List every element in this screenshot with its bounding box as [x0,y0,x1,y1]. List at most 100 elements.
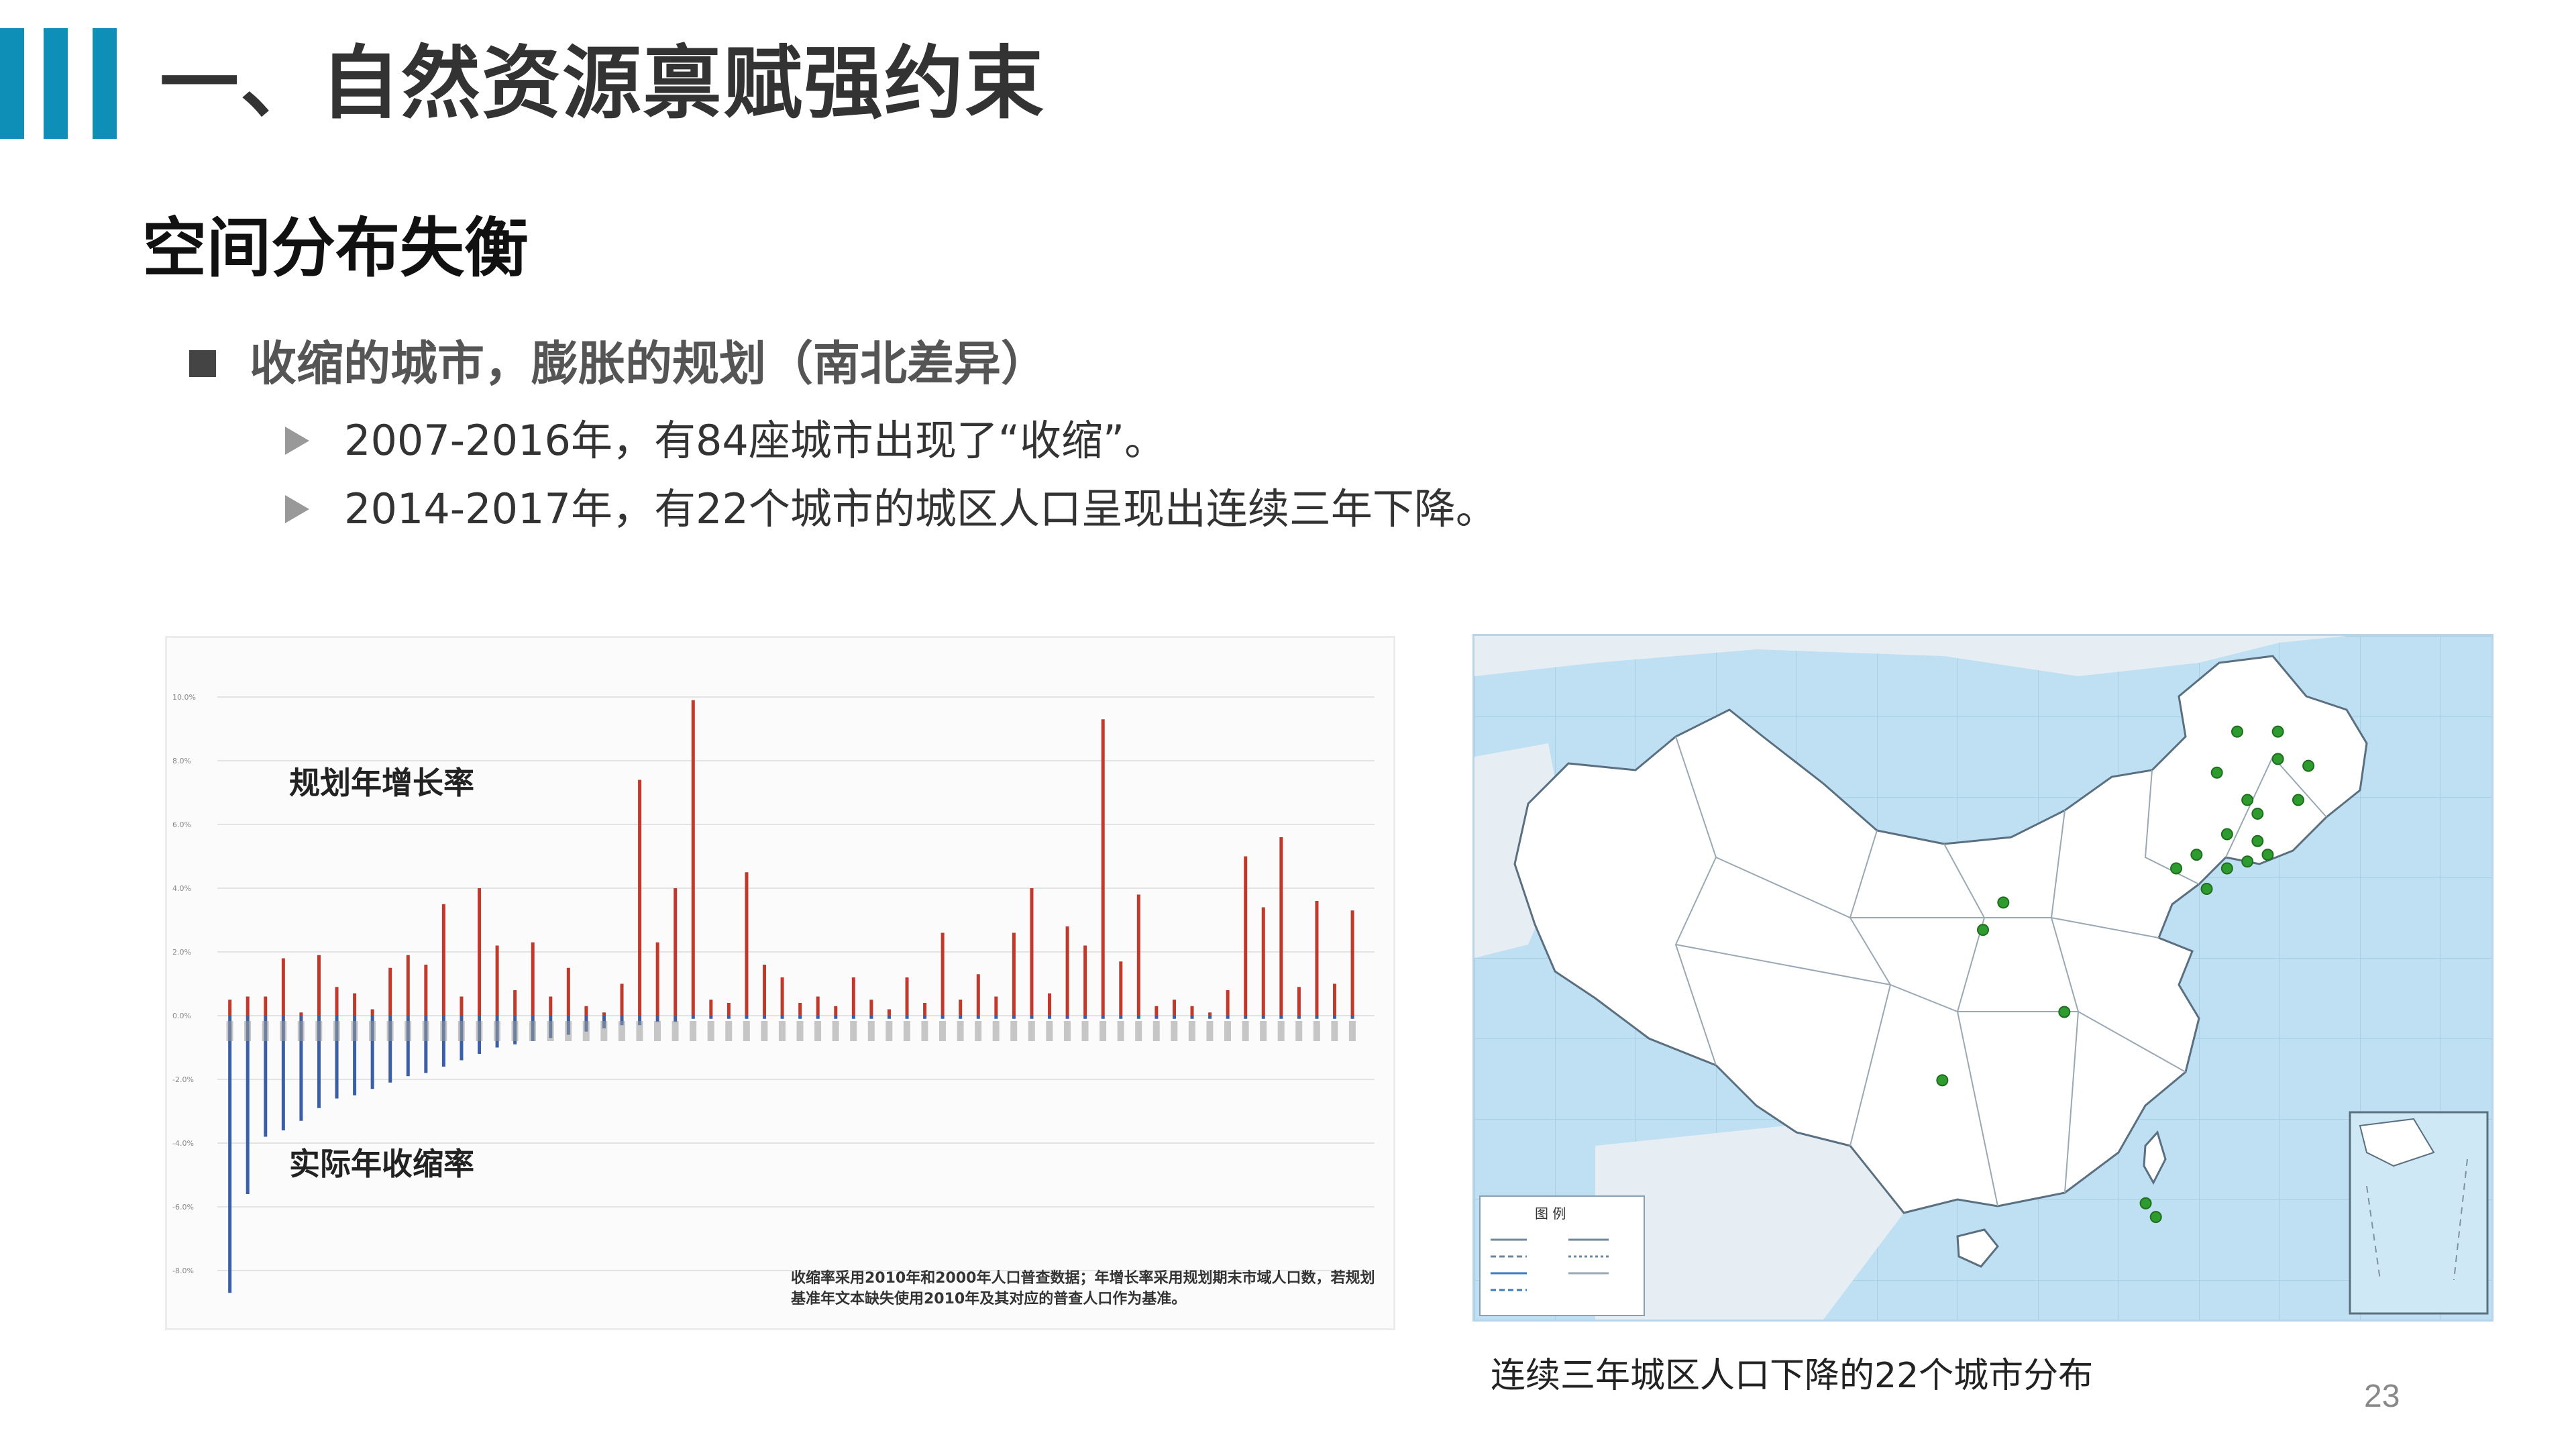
category-label-mark [992,1021,1000,1041]
category-label-mark [1260,1021,1267,1041]
planned-growth-bar [566,967,570,1016]
planned-growth-bar [994,996,998,1016]
category-label-mark [547,1021,554,1041]
planned-growth-bar [388,967,392,1016]
actual-shrinkage-bar [1065,1016,1069,1019]
planned-growth-bar [1261,907,1265,1016]
square-bullet-icon [189,350,216,377]
actual-shrinkage-bar [941,1016,945,1019]
planned-growth-bar [1136,894,1140,1016]
planned-growth-bar [584,1006,588,1016]
y-tick-label: 6.0% [172,820,191,829]
category-label-mark [814,1021,822,1041]
category-label-mark [1242,1021,1249,1041]
actual-shrinkage-bar [923,1016,927,1019]
y-tick-label: 8.0% [172,757,191,765]
planned-growth-bar [816,996,820,1016]
planned-growth-bar [1172,1000,1176,1016]
category-label-mark [672,1021,679,1041]
shrinking-city-dot [2220,828,2233,841]
planned-growth-bar [780,977,784,1016]
category-label-mark [333,1021,340,1041]
category-label-mark [315,1021,323,1041]
planned-growth-bar [1279,837,1283,1016]
title-accent-bars [0,28,121,139]
actual-shrinkage-bar [1155,1016,1159,1019]
planned-growth-bar [1101,719,1105,1016]
category-label-mark [850,1021,857,1041]
shrinking-city-dot [2149,1211,2162,1224]
y-tick-label: 2.0% [172,948,191,957]
category-label-mark [405,1021,412,1041]
category-label-mark [1063,1021,1071,1041]
category-label-mark [654,1021,661,1041]
actual-shrinkage-bar [1172,1016,1176,1019]
planned-growth-bar [1350,910,1354,1016]
category-label-mark [422,1021,429,1041]
category-label-mark [1152,1021,1160,1041]
actual-shrinkage-bar [1297,1016,1301,1019]
shrinking-city-dot [2251,835,2264,847]
planned-growth-bar [1155,1006,1159,1016]
actual-shrinkage-bar [780,1016,784,1019]
planned-growth-bar [959,1000,963,1016]
actual-shrinkage-bar [1136,1016,1140,1019]
actual-shrinkage-bar [691,1016,695,1019]
map-caption: 连续三年城区人口下降的22个城市分布 [1491,1356,2094,1396]
category-label-mark [957,1021,964,1041]
actual-shrinkage-bar [246,1016,250,1194]
page-number: 23 [2364,1379,2400,1414]
category-label-mark [476,1021,483,1041]
shrinking-city-dot [2261,849,2274,861]
actual-shrinkage-bar [834,1016,838,1019]
category-label-mark [636,1021,643,1041]
actual-shrinkage-bar [851,1016,855,1019]
planned-growth-bar [1190,1006,1194,1016]
planned-growth-bar [335,987,339,1016]
slide-title: 一、自然资源禀赋强约束 [160,37,1046,129]
category-label-mark [707,1021,714,1041]
china-map-svg: 图 例 [1474,636,2491,1320]
category-label-mark [796,1021,804,1041]
planned-growth-bar [763,965,767,1016]
actual-shrinkage-bar [709,1016,713,1019]
actual-shrinkage-bar [1279,1016,1283,1019]
planned-growth-bar [602,1012,606,1016]
actual-shrinkage-bar [994,1016,998,1019]
actual-shrinkage-bar [976,1016,980,1019]
actual-shrinkage-bar [727,1016,731,1019]
planned-growth-bar [745,872,749,1016]
section-title: 空间分布失衡 [142,211,529,286]
shrinking-city-dot [2302,759,2315,772]
planned-growth-bar [264,996,268,1016]
category-label-mark [458,1021,465,1041]
category-label-mark [1046,1021,1053,1041]
shrinking-city-dot [2170,862,2183,875]
planned-growth-bar [798,1003,802,1016]
planned-growth-bar [246,996,250,1016]
category-label-mark [280,1021,287,1041]
y-tick-label: 10.0% [172,693,196,702]
category-label-mark [903,1021,910,1041]
y-tick-label: 0.0% [172,1012,191,1020]
actual-shrinkage-bar [869,1016,873,1019]
y-tick-label: -2.0% [172,1075,194,1084]
actual-shrinkage-bar [1261,1016,1265,1019]
planned-growth-bar [495,945,499,1016]
category-label-mark [511,1021,519,1041]
planned-growth-bar [727,1003,731,1016]
actual-shrinkage-bar [1119,1016,1123,1019]
category-label-mark [1331,1021,1338,1041]
category-label-mark [1135,1021,1142,1041]
category-label-mark [1081,1021,1089,1041]
planned-growth-bar [549,996,553,1016]
shrinking-cities-bar-chart: 10.0% 8.0% 6.0% 4.0% 2.0% 0.0% -2.0% -4.0% -6.0%… [165,636,1395,1330]
actual-shrinkage-bar [1208,1016,1212,1019]
planned-growth-bar [460,996,464,1016]
planned-growth-bar [834,1006,838,1016]
chart-note: 收缩率采用2010年和2000年人口普查数据；年增长率采用规划期末市域人口数，若… [791,1270,1375,1307]
planned-growth-bar [1030,888,1034,1016]
shrinking-city-dot [2271,753,2284,765]
shrinking-city-dot [1997,896,2010,909]
planned-growth-bar [691,700,695,1016]
